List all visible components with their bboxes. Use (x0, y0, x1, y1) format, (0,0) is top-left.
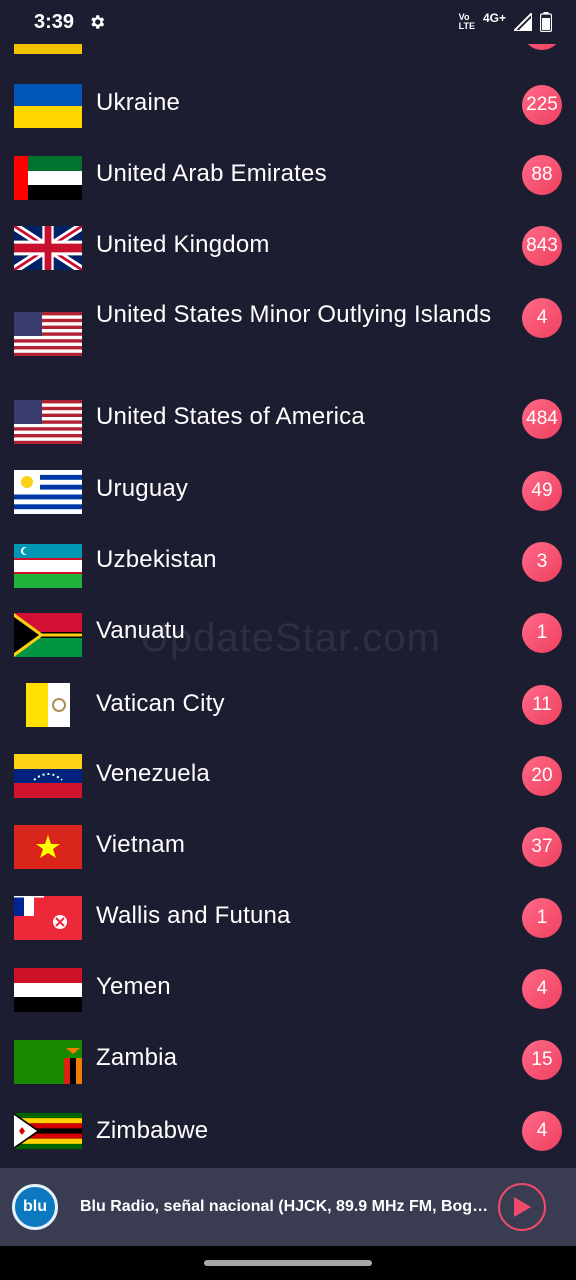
station-count-badge: 20 (522, 756, 562, 796)
battery-icon (540, 12, 552, 32)
uzbekistan-flag-icon (14, 544, 82, 588)
zambia-flag-icon (14, 1040, 82, 1084)
station-count-badge: 49 (522, 471, 562, 511)
status-bar: 3:39 Vo LTE 4G+ (0, 0, 576, 44)
uae-flag-icon (14, 156, 82, 200)
country-name: Vietnam (96, 831, 186, 858)
country-list: Ukraine 225 United Arab Emirates 88 Unit… (0, 0, 576, 1168)
network-type: 4G+ (482, 11, 506, 25)
country-name: Yemen (96, 973, 171, 1000)
now-playing-bar[interactable]: blu Blu Radio, señal nacional (HJCK, 89.… (0, 1168, 576, 1246)
country-name: Wallis and Futuna (96, 902, 291, 929)
station-count-badge: 15 (522, 1040, 562, 1080)
us-minor-islands-flag-icon (14, 312, 82, 356)
country-name: United Kingdom (96, 231, 270, 258)
usa-flag-icon (14, 400, 82, 444)
station-count-badge: 843 (522, 226, 562, 266)
uruguay-flag-icon (14, 470, 82, 514)
station-count-badge: 4 (522, 1111, 562, 1151)
status-icons: Vo LTE 4G+ (458, 11, 552, 32)
wallis-futuna-flag-icon (14, 896, 82, 940)
station-count-badge: 1 (522, 613, 562, 653)
country-name: Venezuela (96, 760, 210, 787)
station-count-badge: 4 (522, 969, 562, 1009)
country-name: United States of America (96, 403, 365, 430)
vanuatu-flag-icon (14, 613, 82, 657)
status-time: 3:39 (34, 10, 75, 33)
country-name: Vanuatu (96, 617, 186, 644)
signal-icon (514, 13, 532, 31)
gear-icon (91, 15, 105, 29)
station-logo: blu (12, 1184, 58, 1230)
play-icon (514, 1197, 531, 1217)
country-name: United Arab Emirates (96, 160, 327, 187)
volte-icon: Vo LTE (458, 12, 475, 31)
navigation-bar (0, 1246, 576, 1280)
zimbabwe-flag-icon (14, 1113, 82, 1149)
station-count-badge: 4 (522, 298, 562, 338)
uk-flag-icon (14, 226, 82, 270)
country-name: Vatican City (96, 690, 225, 717)
country-name: Uruguay (96, 475, 189, 502)
vietnam-flag-icon (14, 825, 82, 869)
venezuela-flag-icon (14, 754, 82, 798)
country-name: Uzbekistan (96, 546, 217, 573)
yemen-flag-icon (14, 968, 82, 1012)
station-count-badge: 3 (522, 542, 562, 582)
vatican-flag-icon (26, 683, 70, 727)
country-name: United States Minor Outlying Islands (96, 301, 492, 328)
home-gesture-handle[interactable] (204, 1260, 372, 1266)
station-count-badge: 225 (522, 85, 562, 125)
play-button[interactable] (498, 1183, 546, 1231)
country-name: Ukraine (96, 89, 181, 116)
ukraine-flag-icon (14, 84, 82, 128)
station-count-badge: 1 (522, 898, 562, 938)
country-name: Zimbabwe (96, 1117, 209, 1144)
station-count-badge: 37 (522, 827, 562, 867)
now-playing-title[interactable]: Blu Radio, señal nacional (HJCK, 89.9 MH… (80, 1198, 490, 1216)
station-count-badge: 484 (522, 399, 562, 439)
country-name: Zambia (96, 1044, 178, 1071)
station-count-badge: 88 (522, 155, 562, 195)
station-count-badge: 11 (522, 685, 562, 725)
